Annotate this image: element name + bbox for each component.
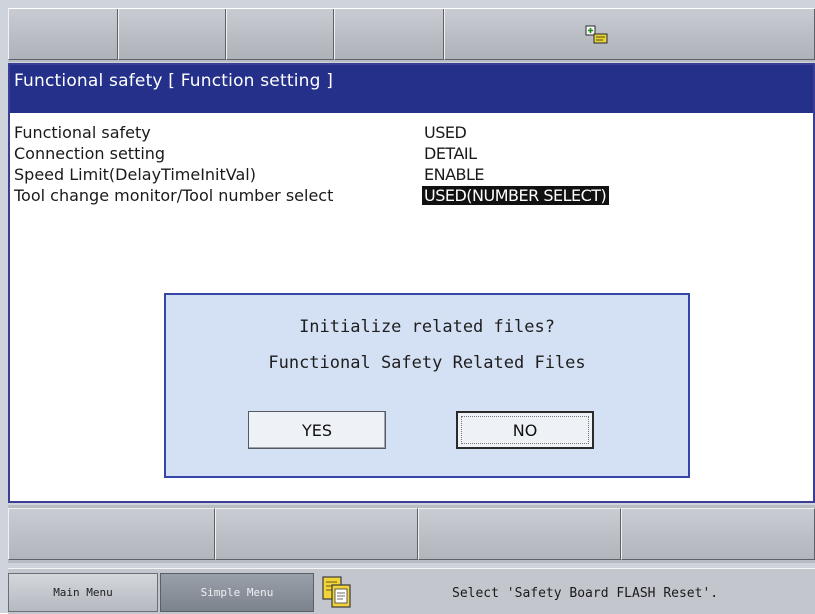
function-key-1[interactable] [8,508,215,560]
status-indicator-icon [585,25,608,44]
top-tab-bar [8,8,815,62]
setting-value[interactable]: USED [424,123,467,142]
setting-label: Speed Limit(DelayTimeInitVal) [14,165,256,184]
function-key-4[interactable] [621,508,815,560]
top-tab-4[interactable] [334,9,444,60]
no-button[interactable]: NO [456,411,594,449]
top-tab-1[interactable] [8,9,118,60]
yes-button[interactable]: YES [248,411,386,449]
setting-label: Connection setting [14,144,166,163]
main-menu-button[interactable]: Main Menu [8,573,158,612]
confirm-dialog: Initialize related files? Functional Saf… [164,293,690,478]
dialog-question: Initialize related files? [299,317,555,337]
clipboard-icon[interactable] [320,575,354,609]
setting-label: Functional safety [14,123,151,142]
simple-menu-button[interactable]: Simple Menu [160,573,314,612]
function-key-2[interactable] [215,508,418,560]
bottom-bar: Main Menu Simple Menu Select 'Safety Boa… [8,568,815,614]
setting-value-selected[interactable]: USED(NUMBER SELECT) [422,186,610,205]
window-title: Functional safety [ Function setting ] [14,71,334,91]
dialog-subject: Functional Safety Related Files [268,353,586,373]
top-tab-2[interactable] [118,9,226,60]
status-area [444,9,815,60]
window-title-bar: Functional safety [ Function setting ] [10,65,813,113]
function-key-bar [8,505,815,563]
pendant-screen: Functional safety [ Function setting ] F… [0,0,815,614]
top-tab-3[interactable] [226,9,334,60]
main-window: Functional safety [ Function setting ] F… [8,63,815,503]
setting-label: Tool change monitor/Tool number select [14,186,334,205]
function-key-3[interactable] [418,508,621,560]
setting-value[interactable]: DETAIL [424,144,477,163]
setting-value[interactable]: ENABLE [424,165,485,184]
status-message: Select 'Safety Board FLASH Reset'. [452,586,719,601]
